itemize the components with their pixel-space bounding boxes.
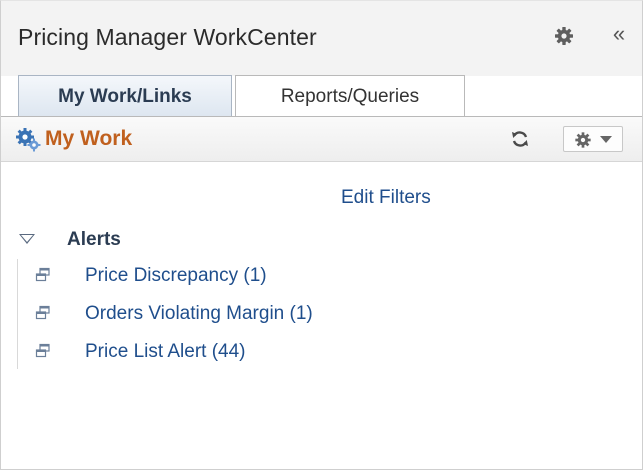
- collapse-icon[interactable]: «: [607, 22, 631, 46]
- tab-reports-queries[interactable]: Reports/Queries: [235, 75, 465, 116]
- window-link-icon: [35, 267, 50, 282]
- gear-icon[interactable]: [554, 26, 574, 46]
- workcenter-pane: Pricing Manager WorkCenter « My Work/Lin: [0, 0, 643, 470]
- actions-menu-button[interactable]: [563, 126, 623, 152]
- caret-down-icon: [600, 136, 612, 143]
- my-work-title: My Work: [45, 127, 133, 150]
- alert-link[interactable]: Price Discrepancy (1): [85, 265, 267, 287]
- alerts-collapse-toggle-icon[interactable]: [19, 234, 35, 244]
- alert-link[interactable]: Orders Violating Margin (1): [85, 303, 313, 325]
- actions-gear-icon: [575, 132, 591, 148]
- gears-icon: [15, 126, 41, 152]
- window-link-icon: [35, 305, 50, 320]
- alert-link[interactable]: Price List Alert (44): [85, 341, 246, 363]
- alerts-tree-line: [17, 259, 18, 369]
- window-link-icon: [35, 343, 50, 358]
- page-title: Pricing Manager WorkCenter: [18, 24, 317, 50]
- tab-my-work-links[interactable]: My Work/Links: [18, 75, 232, 117]
- pane-header: Pricing Manager WorkCenter «: [1, 1, 642, 76]
- edit-filters-link[interactable]: Edit Filters: [341, 187, 431, 209]
- alerts-group-label: Alerts: [67, 229, 121, 250]
- refresh-icon[interactable]: [510, 129, 530, 149]
